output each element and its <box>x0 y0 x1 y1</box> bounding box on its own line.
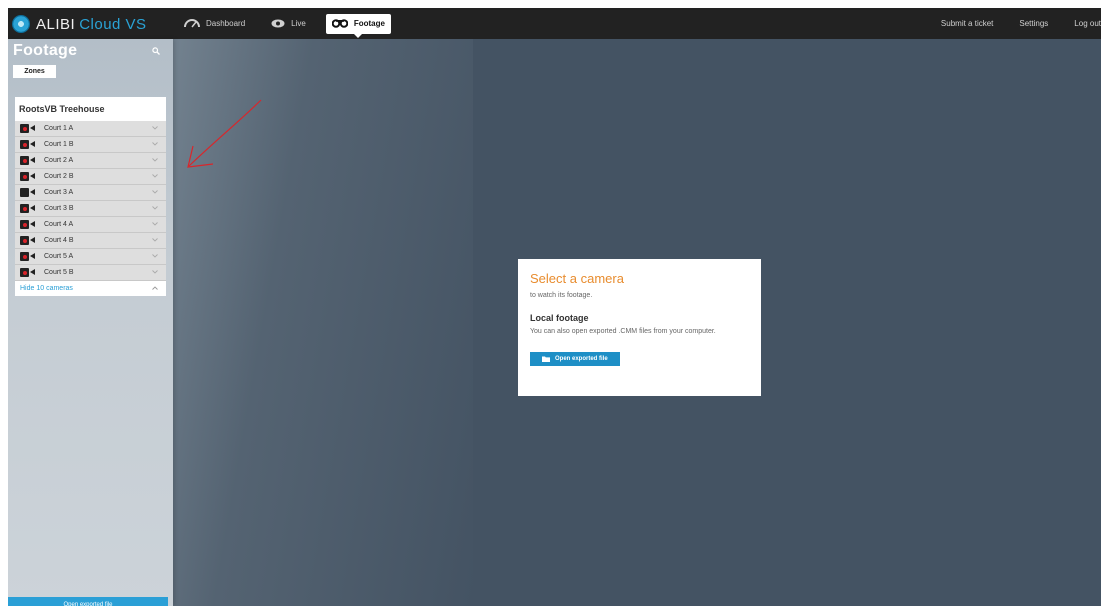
logo-text: ALIBI Cloud VS <box>36 16 147 33</box>
folder-icon <box>542 356 550 362</box>
camera-label: Court 1 A <box>44 125 74 132</box>
nav-live-label: Live <box>291 19 306 28</box>
eye-icon <box>271 19 285 28</box>
camera-row[interactable]: Court 3 A <box>15 185 166 201</box>
camera-row[interactable]: Court 5 A <box>15 249 166 265</box>
site-name[interactable]: RootsVB Treehouse <box>15 97 166 121</box>
logout-link[interactable]: Log out <box>1074 19 1101 28</box>
hide-cameras-label: Hide 10 cameras <box>20 285 73 292</box>
chevron-down-icon[interactable] <box>152 190 158 194</box>
camera-label: Court 3 A <box>44 189 74 196</box>
video-camera-icon <box>20 172 36 181</box>
search-icon[interactable] <box>152 47 160 55</box>
sidebar: Footage Zones RootsVB Treehouse Court 1 … <box>8 39 173 606</box>
camera-label: Court 3 B <box>44 205 74 212</box>
video-camera-icon <box>20 236 36 245</box>
camera-row[interactable]: Court 2 A <box>15 153 166 169</box>
nav-dashboard-label: Dashboard <box>206 19 246 28</box>
camera-label: Court 2 B <box>44 173 74 180</box>
chevron-down-icon[interactable] <box>152 158 158 162</box>
video-camera-icon <box>20 268 36 277</box>
local-footage-heading: Local footage <box>530 313 589 323</box>
submit-ticket-link[interactable]: Submit a ticket <box>941 19 993 28</box>
chevron-down-icon[interactable] <box>152 126 158 130</box>
settings-link[interactable]: Settings <box>1019 19 1048 28</box>
chevron-down-icon[interactable] <box>152 254 158 258</box>
camera-label: Court 4 A <box>44 221 74 228</box>
camera-row[interactable]: Court 5 B <box>15 265 166 281</box>
logo-main-text: ALIBI <box>36 15 76 33</box>
main-nav: Dashboard Live Footage <box>178 8 405 39</box>
camera-row[interactable]: Court 3 B <box>15 201 166 217</box>
site-panel: RootsVB Treehouse Court 1 A Court 1 B Cour… <box>15 97 166 296</box>
top-right-links: Submit a ticket Settings Log out <box>915 8 1101 39</box>
chevron-down-icon[interactable] <box>152 142 158 146</box>
logo-sub-text: Cloud VS <box>79 15 147 33</box>
camera-label: Court 5 A <box>44 253 74 260</box>
nav-footage-label: Footage <box>353 19 385 28</box>
video-camera-icon <box>20 140 36 149</box>
video-camera-icon <box>20 124 36 133</box>
video-camera-icon <box>20 204 36 213</box>
chevron-down-icon[interactable] <box>152 238 158 242</box>
open-exported-file-sidebar-button[interactable]: Open exported file <box>8 597 168 606</box>
app-window: ALIBI Cloud VS Dashboard Live Footage Su… <box>8 8 1101 606</box>
chevron-up-icon <box>152 286 158 290</box>
nav-dashboard[interactable]: Dashboard <box>178 14 251 34</box>
camera-row[interactable]: Court 1 A <box>15 121 166 137</box>
chevron-down-icon[interactable] <box>152 222 158 226</box>
camera-label: Court 4 B <box>44 237 74 244</box>
camera-label: Court 2 A <box>44 157 74 164</box>
video-camera-icon <box>20 156 36 165</box>
logo-icon <box>12 15 30 33</box>
top-bar: ALIBI Cloud VS Dashboard Live Footage Su… <box>8 8 1101 39</box>
hide-cameras-toggle[interactable]: Hide 10 cameras <box>15 281 166 296</box>
tab-zones[interactable]: Zones <box>13 65 56 78</box>
camera-row[interactable]: Court 4 A <box>15 217 166 233</box>
dialog-title: Select a camera <box>530 271 624 286</box>
select-camera-dialog: Select a camera to watch its footage. Lo… <box>518 259 761 396</box>
logo[interactable]: ALIBI Cloud VS <box>12 13 147 35</box>
open-exported-file-label: Open exported file <box>555 356 608 362</box>
chevron-down-icon[interactable] <box>152 206 158 210</box>
arrow-annotation-icon <box>187 99 262 168</box>
local-footage-text: You can also open exported .CMM files fr… <box>530 328 716 335</box>
sidebar-title: Footage <box>13 42 78 59</box>
dashboard-icon <box>184 19 200 28</box>
camera-label: Court 1 B <box>44 141 74 148</box>
camera-row[interactable]: Court 4 B <box>15 233 166 249</box>
video-camera-icon <box>20 188 36 197</box>
camera-row[interactable]: Court 1 B <box>15 137 166 153</box>
video-camera-icon <box>20 252 36 261</box>
camera-list: Court 1 A Court 1 B Court 2 A Court 2 B Cour… <box>15 121 166 281</box>
video-camera-icon <box>20 220 36 229</box>
reel-icon <box>331 19 348 28</box>
chevron-down-icon[interactable] <box>152 270 158 274</box>
chevron-down-icon[interactable] <box>152 174 158 178</box>
nav-footage[interactable]: Footage <box>325 13 391 38</box>
nav-live[interactable]: Live <box>265 14 312 34</box>
camera-row[interactable]: Court 2 B <box>15 169 166 185</box>
open-exported-file-button[interactable]: Open exported file <box>530 352 620 366</box>
camera-label: Court 5 B <box>44 269 74 276</box>
dialog-subtitle: to watch its footage. <box>530 292 593 299</box>
